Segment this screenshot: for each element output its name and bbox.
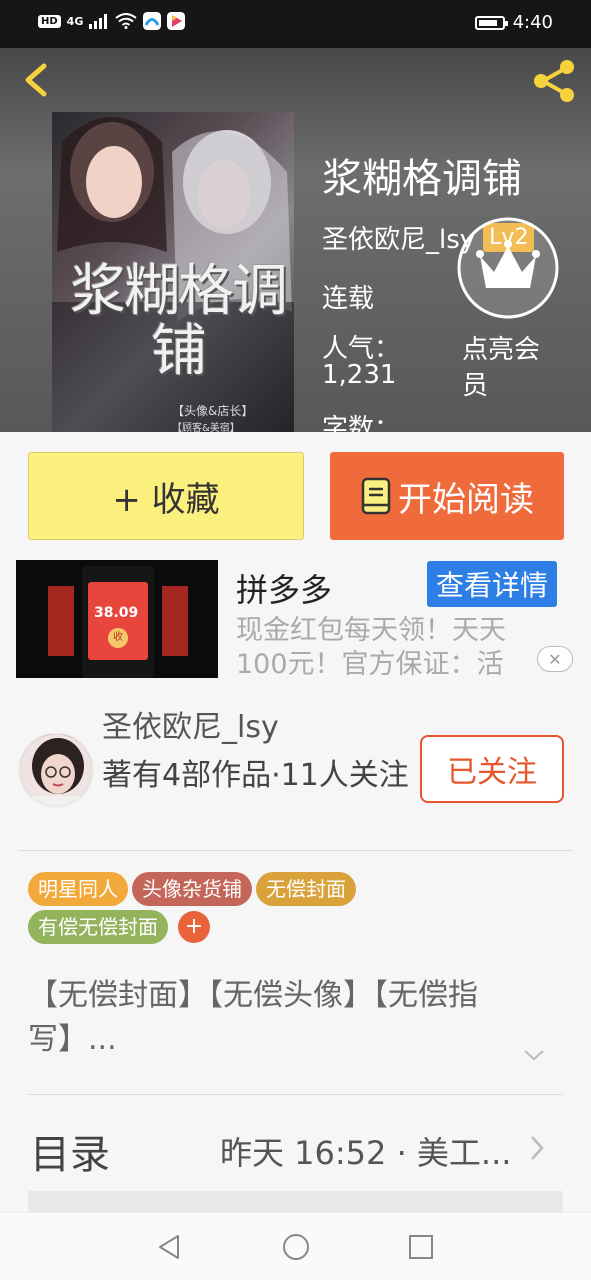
clock: 4:40 <box>512 12 553 33</box>
author-name[interactable]: 圣依欧尼_lsy <box>102 702 279 746</box>
share-icon[interactable] <box>529 56 579 106</box>
status-right: 4:40 <box>474 12 553 33</box>
tag-list: 明星同人 头像杂货铺 无偿封面有偿无偿封面 + <box>28 872 568 948</box>
hd-badge: HD <box>38 14 61 28</box>
ad-image-amount: 38.09 <box>94 605 139 621</box>
battery-icon <box>474 15 508 30</box>
author-name[interactable]: 圣依欧尼_lsy <box>322 219 475 256</box>
author-card: 圣依欧尼_lsy 著有4部作品·11人关注 已关注 明星同人 头像杂货铺 无偿封面有… <box>0 678 591 1218</box>
tag[interactable]: 明星同人 <box>28 872 128 906</box>
collect-button[interactable]: + 收藏 <box>28 452 304 540</box>
ad-brand[interactable]: 拼多多 <box>236 565 332 611</box>
book-header: HD 4G 4:40 浆糊格调铺 【头像&店长】 【顾客&美宿】 浆糊格调铺 圣… <box>0 0 591 432</box>
avatar[interactable] <box>18 732 94 808</box>
ad-image-panel <box>48 586 74 656</box>
avatar-image <box>20 734 92 806</box>
network-type: 4G <box>66 14 84 28</box>
tag[interactable]: 有偿无偿封面 <box>28 910 168 944</box>
cover-subtitle: 【头像&店长】 <box>172 404 254 418</box>
word-count-label: 字数： <box>322 414 401 432</box>
nav-recent-apps-icon[interactable] <box>408 1234 434 1260</box>
divider <box>28 1094 563 1095</box>
book-intro[interactable]: 【无偿封面】【无偿头像】【无偿指写】... <box>28 974 558 1062</box>
ad-description[interactable]: 现金红包每天领！天天100元！官方保证：活 <box>236 614 556 678</box>
add-tag-button[interactable]: + <box>178 911 210 943</box>
vip-label[interactable]: 点亮会员 <box>462 332 562 404</box>
ad-image-coin: 收 <box>108 628 128 648</box>
divider <box>18 850 573 851</box>
system-nav-bar <box>0 1212 591 1280</box>
book-icon <box>361 477 391 515</box>
start-reading-button[interactable]: 开始阅读 <box>330 452 564 540</box>
ad-details-button[interactable]: 查看详情 <box>427 561 557 607</box>
book-cover[interactable]: 浆糊格调铺 【头像&店长】 【顾客&美宿】 <box>52 112 294 432</box>
start-reading-label: 开始阅读 <box>398 479 534 520</box>
wifi-icon <box>115 13 137 29</box>
chevron-right-icon[interactable] <box>528 1134 546 1162</box>
status-left: HD 4G <box>38 12 186 30</box>
serial-status: 连载 <box>322 284 375 314</box>
video-app-notification-icon <box>167 12 186 30</box>
status-bar: HD 4G 4:40 <box>0 0 591 48</box>
nav-back-icon[interactable] <box>156 1233 182 1261</box>
follow-button[interactable]: 已关注 <box>420 735 564 803</box>
crown-icon[interactable] <box>456 216 560 320</box>
popularity-value: 1,231 <box>322 360 397 390</box>
tag[interactable]: 无偿封面 <box>256 872 356 906</box>
tag[interactable]: 头像杂货铺 <box>132 872 252 906</box>
signal-icon <box>89 13 109 29</box>
nav-home-icon[interactable] <box>282 1233 310 1261</box>
book-detail-page: HD 4G 4:40 浆糊格调铺 【头像&店长】 【顾客&美宿】 浆糊格调铺 圣… <box>0 0 591 1280</box>
ad-image[interactable]: 38.09 收 <box>16 560 218 678</box>
cover-subtitle-2: 【顾客&美宿】 <box>172 423 240 432</box>
close-icon[interactable]: ✕ <box>537 646 573 672</box>
app-notification-icon <box>143 12 162 30</box>
ad-image-panel <box>162 586 188 656</box>
cover-title: 浆糊格调铺 <box>70 259 288 384</box>
book-title: 浆糊格调铺 <box>322 156 522 202</box>
ad-image-envelope <box>88 582 148 660</box>
chevron-left-icon[interactable] <box>16 60 56 100</box>
author-meta: 著有4部作品·11人关注 <box>102 758 409 793</box>
toc-label[interactable]: 目录 <box>30 1122 110 1180</box>
chevron-down-icon[interactable] <box>523 1048 545 1062</box>
toc-latest-update[interactable]: 昨天 16:52 · 美工... <box>220 1128 520 1174</box>
